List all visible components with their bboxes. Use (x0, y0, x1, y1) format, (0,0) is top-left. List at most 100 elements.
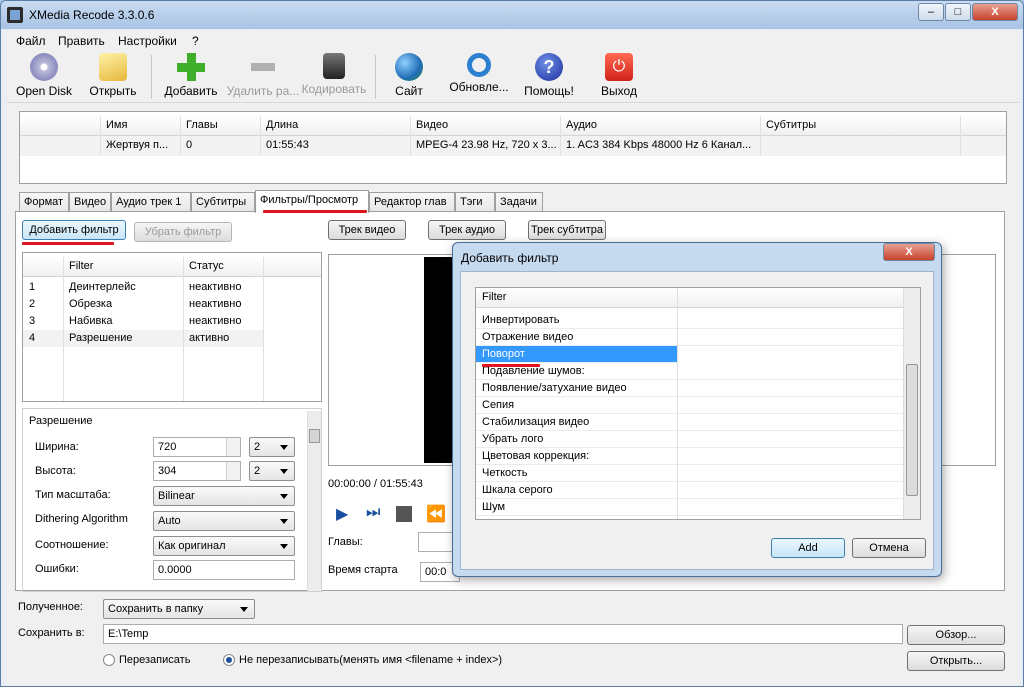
resolution-group: Разрешение Ширина: 720 2 Высота: 304 2 Т… (22, 408, 322, 592)
close-button[interactable]: X (972, 3, 1018, 21)
no-overwrite-radio[interactable] (223, 654, 235, 666)
file-table[interactable]: Имя Главы Длина Видео Аудио Субтитры Жер… (19, 111, 1007, 184)
cell-length: 01:55:43 (266, 139, 309, 151)
list-item[interactable]: Отражение видео (476, 329, 903, 346)
list-item[interactable]: Поворот (476, 346, 677, 363)
next-frame-icon[interactable]: ⏭ (366, 504, 380, 522)
remove-button[interactable]: Удалить ра... (225, 53, 301, 98)
cell-status: неактивно (189, 298, 242, 310)
add-button[interactable]: Добавить (163, 53, 219, 98)
width-step-select[interactable]: 2 (249, 437, 295, 457)
menu-help[interactable]: ? (192, 34, 199, 48)
scrollbar-thumb[interactable] (906, 364, 918, 496)
height-spinner[interactable]: 304 (153, 461, 241, 481)
overwrite-label[interactable]: Перезаписать (119, 654, 190, 666)
list-item[interactable]: Инвертировать (476, 312, 903, 329)
cell-filter: Обрезка (69, 298, 113, 310)
list-item[interactable]: Шкала серого (476, 482, 903, 499)
tab-tags[interactable]: Тэги (455, 192, 495, 212)
overwrite-radio[interactable] (103, 654, 115, 666)
table-row[interactable]: 4 Разрешение активно (23, 330, 263, 347)
output-mode-select[interactable]: Сохранить в папку (103, 599, 255, 619)
exit-button[interactable]: ⏻ Выход (597, 53, 641, 98)
video-track-button[interactable]: Трек видео (328, 220, 406, 240)
list-item[interactable]: Подавление шумов: (476, 363, 903, 380)
dithering-select[interactable]: Auto (153, 511, 295, 531)
no-overwrite-label[interactable]: Не перезаписывать(менять имя <filename +… (239, 654, 502, 666)
list-item-label: Цветовая коррекция: (482, 450, 590, 462)
errors-field[interactable]: 0.0000 (153, 560, 295, 580)
open-disk-button[interactable]: Open Disk (11, 53, 77, 98)
tab-subtitles[interactable]: Субтитры (191, 192, 255, 212)
cell-status: неактивно (189, 281, 242, 293)
play-icon[interactable]: ▶ (336, 504, 348, 524)
stop-icon[interactable] (396, 506, 412, 522)
add-filter-button[interactable]: Добавить фильтр (22, 220, 126, 240)
open-button[interactable]: Открыть (85, 53, 141, 98)
list-item-label: Инвертировать (482, 314, 560, 326)
audio-track-button[interactable]: Трек аудио (428, 220, 506, 240)
column-filter[interactable]: Filter (69, 260, 93, 272)
maximize-button[interactable]: □ (945, 3, 971, 21)
table-row[interactable]: 3 Набивка неактивно (23, 313, 263, 330)
dialog-close-button[interactable]: X (883, 243, 935, 261)
dialog-scrollbar[interactable] (903, 288, 920, 519)
height-step-select[interactable]: 2 (249, 461, 295, 481)
tab-audio-track-1[interactable]: Аудио трек 1 (111, 192, 191, 212)
column-chapters[interactable]: Главы (186, 119, 218, 131)
list-item-label: Сепия (482, 399, 515, 411)
tab-video[interactable]: Видео (69, 192, 111, 212)
spin-arrows-icon[interactable] (226, 462, 240, 480)
tab-chapter-editor[interactable]: Редактор глав (369, 192, 455, 212)
ratio-select[interactable]: Как оригинал (153, 536, 295, 556)
list-item-label: Отражение видео (482, 331, 574, 343)
tab-format[interactable]: Формат (19, 192, 69, 212)
column-name[interactable]: Имя (106, 119, 127, 131)
table-row[interactable]: 2 Обрезка неактивно (23, 296, 263, 313)
list-item[interactable]: Шум (476, 499, 903, 516)
minimize-button[interactable]: – (918, 3, 944, 21)
add-filter-dialog: Добавить фильтр X Filter Инвертировать От… (452, 242, 942, 577)
subtitle-track-button[interactable]: Трек субтитра (528, 220, 606, 240)
list-item[interactable]: Сепия (476, 397, 903, 414)
list-item[interactable]: Стабилизация видео (476, 414, 903, 431)
scrollbar[interactable] (307, 411, 321, 591)
remove-filter-button[interactable]: Убрать фильтр (134, 222, 232, 242)
table-row[interactable]: 1 Деинтерлейс неактивно (23, 279, 263, 296)
column-filter[interactable]: Filter (482, 291, 506, 303)
column-subtitles[interactable]: Субтитры (766, 119, 816, 131)
column-status[interactable]: Статус (189, 260, 224, 272)
spin-arrows-icon[interactable] (226, 438, 240, 456)
update-button[interactable]: Обновле... (447, 53, 511, 94)
open-output-button[interactable]: Открыть... (907, 651, 1005, 671)
list-item[interactable]: Убрать лого (476, 431, 903, 448)
column-audio[interactable]: Аудио (566, 119, 597, 131)
power-icon: ⏻ (605, 53, 633, 81)
dialog-cancel-button[interactable]: Отмена (852, 538, 926, 558)
column-video[interactable]: Видео (416, 119, 448, 131)
list-item[interactable]: Цветовая коррекция: (476, 448, 903, 465)
encode-icon (323, 53, 345, 79)
rewind-icon[interactable]: ⏪ (426, 504, 446, 524)
chevron-down-icon (240, 607, 248, 612)
help-button[interactable]: ? Помощь! (519, 53, 579, 98)
cell-index: 1 (29, 281, 36, 293)
save-path-field[interactable]: E:\Temp (103, 624, 903, 644)
column-length[interactable]: Длина (266, 119, 298, 131)
browse-button[interactable]: Обзор... (907, 625, 1005, 645)
menu-edit[interactable]: Править (58, 34, 105, 48)
menu-file[interactable]: Файл (16, 34, 46, 48)
dialog-filter-list[interactable]: Filter Инвертировать Отражение видео Повор… (475, 287, 921, 520)
scale-type-select[interactable]: Bilinear (153, 486, 295, 506)
menu-settings[interactable]: Настройки (118, 34, 177, 48)
encode-button[interactable]: Кодировать (299, 53, 369, 96)
list-item[interactable]: Появление/затухание видео (476, 380, 903, 397)
dialog-add-button[interactable]: Add (771, 538, 845, 558)
cell-chapters: 0 (186, 139, 193, 151)
list-item[interactable]: Четкость (476, 465, 903, 482)
filter-list[interactable]: Filter Статус 1 Деинтерлейс неактивно 2 Обре… (22, 252, 322, 402)
width-spinner[interactable]: 720 (153, 437, 241, 457)
table-row[interactable]: Жертвуя п... 0 01:55:43 MPEG-4 23.98 Hz,… (20, 136, 1006, 156)
website-button[interactable]: Сайт (389, 53, 429, 98)
tab-tasks[interactable]: Задачи (495, 192, 543, 212)
